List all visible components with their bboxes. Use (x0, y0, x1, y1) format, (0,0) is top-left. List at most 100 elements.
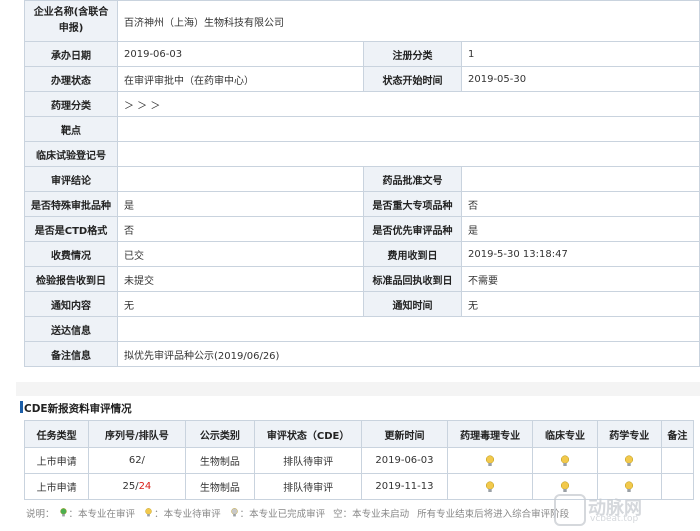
info-label: 检验报告收到日 (24, 266, 118, 292)
info-row: 备注信息 拟优先审评品种公示(2019/06/26) (24, 341, 700, 367)
info-row: 办理状态 在审评审批中（在药审中心） 状态开始时间 2019-05-30 (24, 66, 700, 92)
info-row: 检验报告收到日 未提交 标准品回执收到日 不需要 (24, 266, 700, 292)
pharm-tox-status-cell (446, 473, 534, 500)
info-value: 1 (461, 41, 700, 67)
info-label: 承办日期 (24, 41, 118, 67)
info-label: 药理分类 (24, 91, 118, 117)
yellow-bulb-icon (145, 508, 152, 517)
legend-prefix: 说明： (26, 509, 55, 520)
info-value: 已交 (117, 241, 364, 267)
legend-item: ：本专业已完成审评 (229, 508, 326, 520)
info-value: 无 (117, 291, 364, 317)
watermark-site: vcbeat.top (590, 514, 639, 524)
cde-column-header: 公示类别 (184, 420, 256, 448)
task-type-cell: 上市申请 (23, 473, 90, 500)
info-label: 药品批准文号 (363, 166, 462, 192)
info-row: 是否特殊审批品种是是否重大专项品种否 (24, 191, 700, 217)
yellow-bulb-icon (486, 454, 495, 466)
info-row: 药理分类＞ ＞ ＞ (24, 91, 700, 117)
info-label: 标准品回执收到日 (363, 266, 462, 292)
cde-section-title: CDE新报资料审评情况 (24, 403, 132, 415)
info-label: 临床试验登记号 (24, 141, 118, 167)
legend-text: ：本专业在审评 (68, 509, 136, 520)
legend-text: ：本专业待审评 (154, 509, 221, 520)
section-marker (20, 401, 23, 413)
info-label: 备注信息 (24, 341, 118, 367)
legend-text: 所有专业结束后将进入综合审评阶段 (417, 509, 570, 520)
info-label: 状态开始时间 (363, 66, 462, 92)
green-bulb-icon (59, 508, 67, 517)
watermark-logo-icon (554, 494, 586, 526)
legend-text: ：本专业已完成审评 (239, 509, 326, 520)
info-row: 承办日期 2019-06-03 注册分类 1 (24, 41, 700, 67)
info-value: 2019-05-30 (461, 66, 700, 92)
queue-number-cell: 25/24 (88, 473, 186, 500)
section-separator (16, 382, 700, 396)
info-value: 不需要 (461, 266, 700, 292)
info-row: 收费情况 已交 费用收到日 2019-5-30 13:18:47 (24, 241, 700, 267)
yellow-bulb-icon (560, 454, 570, 466)
info-label: 费用收到日 (363, 241, 462, 267)
review-status-cell: 排队待审评 (254, 473, 363, 500)
info-value: 拟优先审评品种公示(2019/06/26) (117, 341, 700, 367)
drug-review-detail-page: 企业名称(含联合申报) 百济神州（上海）生物科技有限公司 承办日期 2019-06-0… (0, 0, 700, 531)
info-value: 是 (117, 191, 364, 217)
publicity-category-cell: 生物制品 (184, 473, 256, 500)
info-row: 临床试验登记号 (24, 141, 700, 167)
legend-item: 所有专业结束后将进入综合审评阶段 (417, 509, 569, 520)
cde-table-header: 任务类型 序列号/排队号 公示类别 审评状态（CDE） 更新时间 药理毒理专业 临床专业 药学… (23, 420, 695, 448)
info-label: 审评结论 (24, 166, 118, 192)
info-value (117, 316, 700, 342)
info-row: 送达信息 (24, 316, 700, 342)
info-value: 无 (461, 291, 700, 317)
clinical-status-cell (532, 447, 598, 474)
yellow-bulb-icon (625, 454, 634, 466)
info-value (117, 116, 700, 142)
info-label: 送达信息 (24, 316, 118, 342)
pharm-tox-status-cell (446, 447, 534, 474)
task-type-cell: 上市申请 (23, 447, 90, 474)
cde-column-header: 审评状态（CDE） (254, 420, 363, 448)
info-value (117, 166, 364, 192)
update-time-cell: 2019-11-13 (361, 473, 448, 500)
info-value: 百济神州（上海）生物科技有限公司 (117, 0, 700, 42)
application-info-table: 企业名称(含联合申报) 百济神州（上海）生物科技有限公司 承办日期 2019-06-0… (24, 0, 700, 367)
info-row: 通知内容无通知时间无 (24, 291, 700, 317)
info-label: 办理状态 (24, 66, 118, 92)
cde-column-header: 序列号/排队号 (88, 420, 186, 448)
info-label: 是否优先审评品种 (363, 216, 462, 242)
sequence-number: 62/ (128, 455, 145, 466)
cde-table-row: 上市申请 62/生物制品 排队待审评 2019-06-03 (23, 447, 695, 474)
queue-position: 24 (138, 481, 152, 492)
info-label: 是否重大专项品种 (363, 191, 462, 217)
cde-review-table: 任务类型 序列号/排队号 公示类别 审评状态（CDE） 更新时间 药理毒理专业 临床专业 药学… (23, 420, 695, 500)
info-value: 2019-06-03 (117, 41, 364, 67)
info-label: 企业名称(含联合申报) (24, 0, 118, 42)
queue-number-cell: 62/ (88, 447, 186, 474)
info-value: 2019-5-30 13:18:47 (461, 241, 700, 267)
cde-column-header: 任务类型 (23, 420, 90, 448)
info-row: 企业名称(含联合申报) 百济神州（上海）生物科技有限公司 (24, 0, 700, 42)
info-row: 审评结论 药品批准文号 (24, 166, 700, 192)
info-value: 在审评审批中（在药审中心） (117, 66, 364, 92)
yellow-bulb-icon (486, 480, 495, 492)
info-value: ＞ ＞ ＞ (117, 91, 700, 117)
info-label: 是否是CTD格式 (24, 216, 118, 242)
pharmacy-status-cell (596, 447, 662, 474)
cde-column-header: 更新时间 (361, 420, 448, 448)
info-label: 通知时间 (363, 291, 462, 317)
info-label: 注册分类 (363, 41, 462, 67)
info-value (117, 141, 700, 167)
info-label: 是否特殊审批品种 (24, 191, 118, 217)
info-row: 靶点 (24, 116, 700, 142)
legend-text: 空：本专业未启动 (333, 509, 410, 520)
info-value: 否 (461, 191, 700, 217)
gray-bulb-icon (230, 508, 238, 517)
info-value: 否 (117, 216, 364, 242)
info-value (461, 166, 700, 192)
info-row: 是否是CTD格式否是否优先审评品种是 (24, 216, 700, 242)
info-label: 通知内容 (24, 291, 118, 317)
cde-column-header: 药理毒理专业 (446, 420, 534, 448)
cde-column-header: 备注 (660, 420, 695, 448)
info-value: 是 (461, 216, 700, 242)
